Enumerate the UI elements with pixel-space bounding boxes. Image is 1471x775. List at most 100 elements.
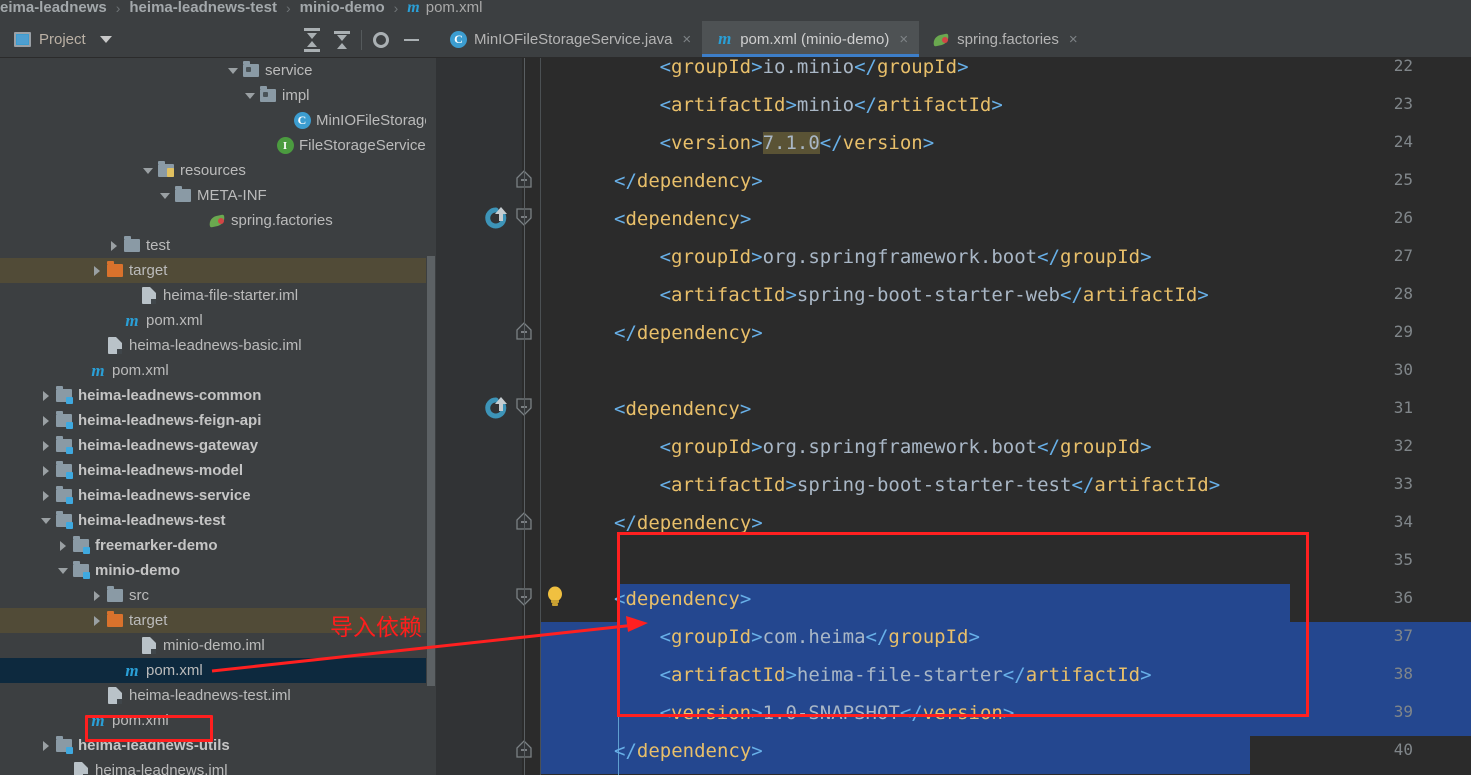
- tree-item-heima-leadnews-model[interactable]: heima-leadnews-model: [0, 458, 436, 483]
- code-line-38[interactable]: <artifactId>heima-file-starter</artifact…: [660, 656, 1152, 694]
- expand-arrow-icon[interactable]: [38, 740, 54, 751]
- expand-arrow-icon[interactable]: [38, 415, 54, 426]
- project-toolwindow-button[interactable]: Project: [0, 31, 112, 48]
- code-token: dependency: [636, 322, 752, 344]
- expand-arrow-icon[interactable]: [38, 390, 54, 401]
- tab-spring-factories[interactable]: spring.factories ×: [919, 21, 1088, 57]
- collapse-arrow-icon[interactable]: [157, 192, 173, 199]
- code-line-28[interactable]: <artifactId>spring-boot-starter-web</art…: [660, 276, 1209, 314]
- expand-all-icon[interactable]: [297, 22, 327, 58]
- code-editor[interactable]: 22 <groupId>io.minio</groupId> 23 <artifact…: [436, 58, 1471, 775]
- tree-item-pom-xml[interactable]: m pom.xml: [0, 308, 436, 333]
- code-line-36[interactable]: <dependency>: [614, 580, 751, 618]
- code-line-29[interactable]: </dependency>: [614, 314, 763, 352]
- tree-item-heima-leadnews-basic-iml[interactable]: heima-leadnews-basic.iml: [0, 333, 436, 358]
- tree-item-heima-leadnews-feign-api[interactable]: heima-leadnews-feign-api: [0, 408, 436, 433]
- expand-arrow-icon[interactable]: [89, 265, 105, 276]
- collapse-arrow-icon[interactable]: [140, 167, 156, 174]
- maven-reimport-icon[interactable]: [484, 206, 508, 234]
- code-line-24[interactable]: <version>7.1.0</version>: [660, 124, 934, 162]
- expand-arrow-icon[interactable]: [106, 240, 122, 251]
- line-number: 34: [1393, 512, 1413, 531]
- tree-item-heima-leadnews-service[interactable]: heima-leadnews-service: [0, 483, 436, 508]
- tree-item-target[interactable]: target: [0, 258, 436, 283]
- maven-icon: m: [125, 311, 139, 330]
- breadcrumb-item-1[interactable]: heima-leadnews-test: [129, 0, 277, 19]
- editor-gutter[interactable]: [436, 58, 522, 775]
- code-line-41[interactable]: </dependencies>: [599, 770, 771, 775]
- code-line-40[interactable]: </dependency>: [614, 732, 763, 770]
- sidebar-scrollbar-thumb[interactable]: [427, 256, 435, 686]
- code-token: <: [659, 246, 672, 268]
- code-line-27[interactable]: <groupId>org.springframework.boot</group…: [660, 238, 1152, 276]
- close-icon[interactable]: ×: [899, 31, 908, 48]
- breadcrumb-item-2[interactable]: minio-demo: [300, 0, 385, 19]
- maven-reimport-icon[interactable]: [484, 396, 508, 424]
- code-line-39[interactable]: <version>1.0-SNAPSHOT</version>: [660, 694, 1015, 732]
- code-token: >: [785, 474, 797, 496]
- tree-item-filestorageservice[interactable]: I FileStorageService: [0, 133, 436, 158]
- tree-item-pom-xml[interactable]: m pom.xml: [0, 358, 436, 383]
- breadcrumb-item-0[interactable]: eima-leadnews: [0, 0, 107, 19]
- expand-arrow-icon[interactable]: [38, 490, 54, 501]
- expand-arrow-icon[interactable]: [89, 615, 105, 626]
- collapse-arrow-icon[interactable]: [38, 517, 54, 524]
- tree-item-heima-file-starter-iml[interactable]: heima-file-starter.iml: [0, 283, 436, 308]
- code-token: artifactId: [1082, 284, 1198, 306]
- tree-item-test[interactable]: test: [0, 233, 436, 258]
- intention-bulb-icon[interactable]: [546, 586, 564, 612]
- expand-arrow-icon[interactable]: [38, 465, 54, 476]
- tree-item-heima-leadnews-common[interactable]: heima-leadnews-common: [0, 383, 436, 408]
- tree-item-meta-inf[interactable]: META-INF: [0, 183, 436, 208]
- close-icon[interactable]: ×: [682, 31, 691, 48]
- collapse-arrow-icon[interactable]: [55, 567, 71, 574]
- code-line-22[interactable]: <groupId>io.minio</groupId>: [660, 58, 969, 86]
- tree-item-heima-leadnews-gateway[interactable]: heima-leadnews-gateway: [0, 433, 436, 458]
- project-tree[interactable]: service impl C MinIOFileStorageS I FileStorag…: [0, 58, 436, 775]
- tree-item-minio-demo[interactable]: minio-demo: [0, 558, 436, 583]
- tree-item-miniofilestorages[interactable]: C MinIOFileStorageS: [0, 108, 436, 133]
- expand-arrow-icon[interactable]: [89, 590, 105, 601]
- hide-icon[interactable]: [396, 22, 426, 58]
- tree-item-pom-xml[interactable]: m pom.xml: [0, 708, 436, 733]
- code-line-25[interactable]: </dependency>: [614, 162, 763, 200]
- tree-item-heima-leadnews-utils[interactable]: heima-leadnews-utils: [0, 733, 436, 758]
- breadcrumb-file[interactable]: pom.xml: [426, 0, 483, 19]
- code-token: version: [922, 702, 1003, 724]
- breadcrumb-separator: ›: [393, 0, 399, 16]
- tree-item-heima-leadnews-test[interactable]: heima-leadnews-test: [0, 508, 436, 533]
- tree-item-heima-leadnews-iml[interactable]: heima-leadnews.iml: [0, 758, 436, 775]
- chevron-down-icon[interactable]: [99, 36, 112, 43]
- gear-icon[interactable]: [366, 22, 396, 58]
- collapse-all-icon[interactable]: [327, 22, 357, 58]
- tree-item-pom-xml[interactable]: m pom.xml: [0, 658, 436, 683]
- line-number: 24: [1393, 132, 1413, 151]
- code-token: groupId: [671, 246, 752, 268]
- tree-item-heima-leadnews-test-iml[interactable]: heima-leadnews-test.iml: [0, 683, 436, 708]
- collapse-arrow-icon[interactable]: [225, 67, 241, 74]
- tree-item-service[interactable]: service: [0, 58, 436, 83]
- code-line-34[interactable]: </dependency>: [614, 504, 763, 542]
- code-line-26[interactable]: <dependency>: [614, 200, 751, 238]
- sidebar-scrollbar-track[interactable]: [426, 58, 436, 775]
- expand-arrow-icon[interactable]: [55, 540, 71, 551]
- tree-item-src[interactable]: src: [0, 583, 436, 608]
- code-line-33[interactable]: <artifactId>spring-boot-starter-test</ar…: [660, 466, 1221, 504]
- code-line-37[interactable]: <groupId>com.heima</groupId>: [660, 618, 980, 656]
- code-line-32[interactable]: <groupId>org.springframework.boot</group…: [660, 428, 1152, 466]
- tree-item-spring-factories[interactable]: spring.factories: [0, 208, 436, 233]
- expand-arrow-icon[interactable]: [38, 440, 54, 451]
- tree-item-label: heima-leadnews-gateway: [78, 437, 259, 454]
- tree-item-impl[interactable]: impl: [0, 83, 436, 108]
- code-token: </: [614, 170, 637, 192]
- tree-item-label: target: [129, 612, 168, 629]
- tab-pom-xml[interactable]: m pom.xml (minio-demo) ×: [702, 21, 920, 57]
- close-icon[interactable]: ×: [1069, 31, 1078, 48]
- tree-item-freemarker-demo[interactable]: freemarker-demo: [0, 533, 436, 558]
- code-line-23[interactable]: <artifactId>minio</artifactId>: [660, 86, 1003, 124]
- tree-item-resources[interactable]: resources: [0, 158, 436, 183]
- code-line-31[interactable]: <dependency>: [614, 390, 751, 428]
- collapse-arrow-icon[interactable]: [242, 92, 258, 99]
- tree-item-label: pom.xml: [146, 662, 203, 679]
- tab-minio-file-storage-service[interactable]: C MinIOFileStorageService.java ×: [436, 21, 702, 57]
